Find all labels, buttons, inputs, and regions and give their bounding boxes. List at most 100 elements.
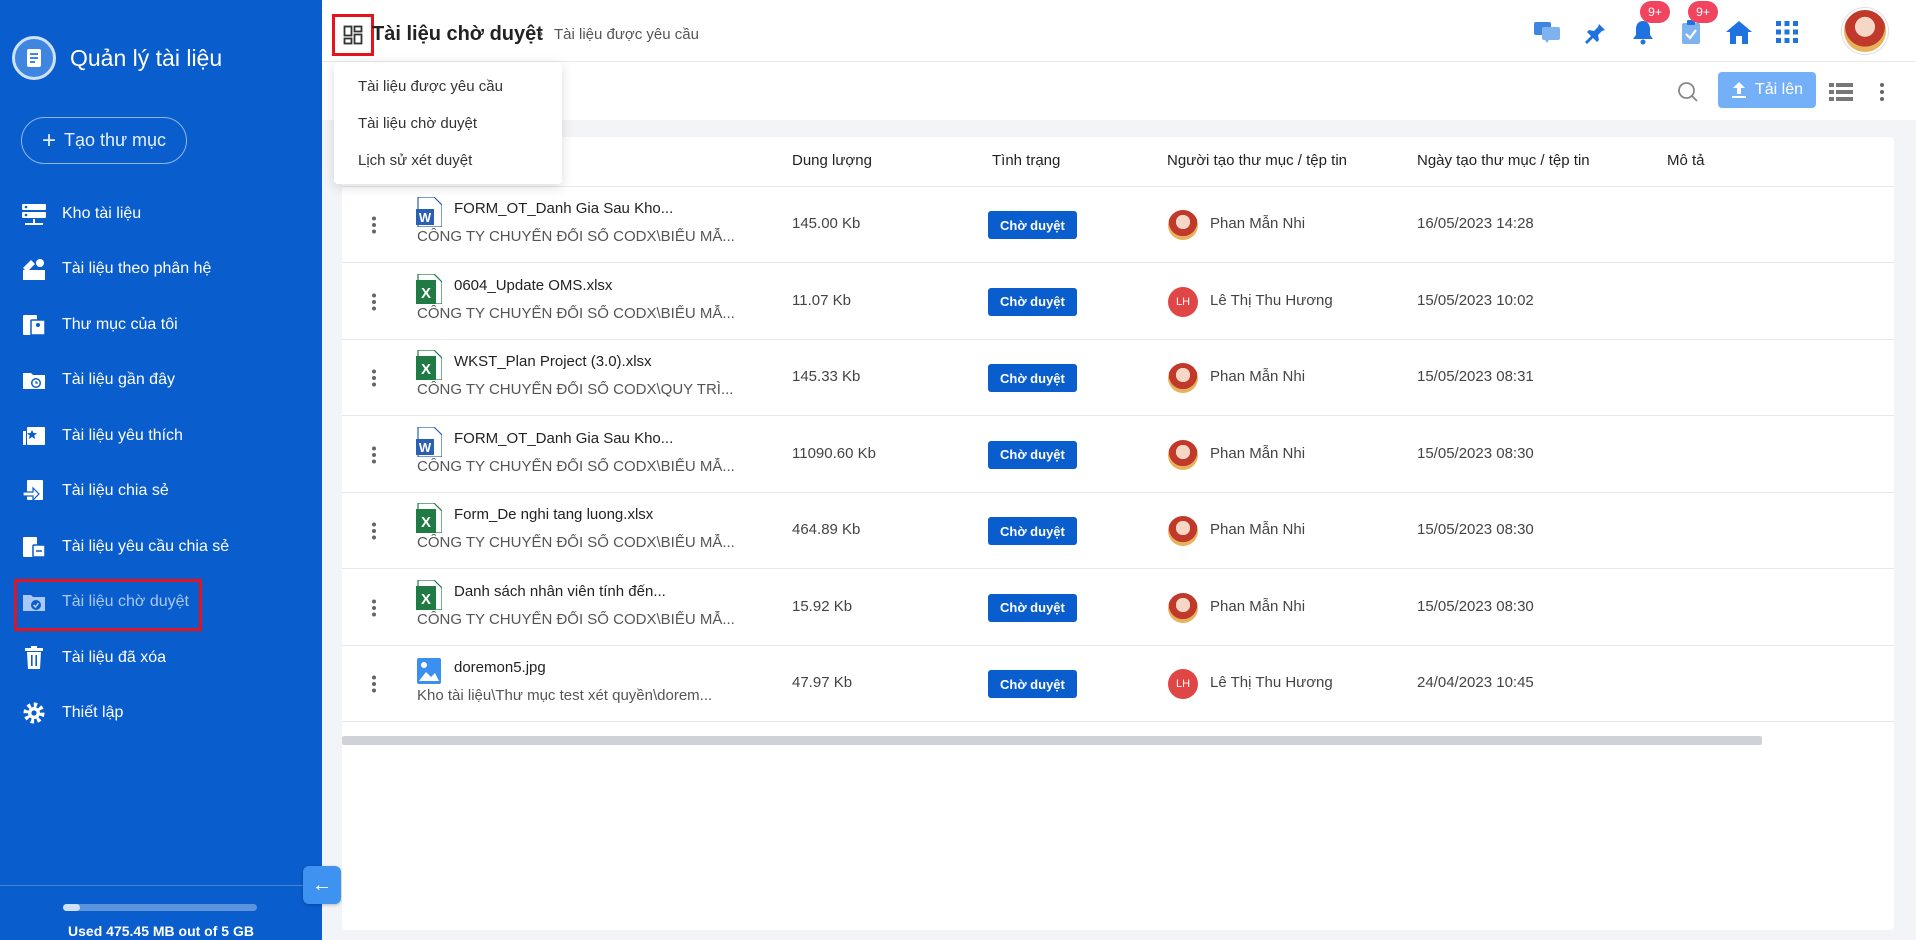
status-badge: Chờ duyệt [988,287,1077,316]
more-options-button[interactable] [1872,78,1892,106]
sidebar-item-label: Tài liệu chờ duyệt [62,593,189,611]
row-actions-button[interactable] [368,672,380,696]
file-name[interactable]: doremon5.jpg [454,659,694,676]
file-size: 145.33 Kb [792,368,861,385]
file-name[interactable]: WKST_Plan Project (3.0).xlsx [454,353,694,370]
horizontal-scrollbar[interactable] [342,736,1762,745]
row-actions-button[interactable] [368,213,380,237]
table-row[interactable]: X Form_De nghi tang luong.xlsx CÔNG TY CHU… [342,493,1894,569]
file-name[interactable]: 0604_Update OMS.xlsx [454,277,694,294]
storage-text: Used 475.45 MB out of 5 GB [68,923,254,939]
sidebar-item-by-module[interactable]: Tài liệu theo phân hệ [0,242,322,298]
apps-button[interactable] [1772,17,1802,47]
gear-icon [20,699,48,727]
more-vertical-icon [372,216,376,234]
sidebar-item-pending[interactable]: Tài liệu chờ duyệt [0,575,322,630]
file-name[interactable]: FORM_OT_Danh Gia Sau Kho... [454,430,694,447]
column-header-size[interactable]: Dung lượng [792,152,872,169]
page-title: Tài liệu chờ duyệt [372,23,543,45]
column-header-status[interactable]: Tình trạng [992,152,1060,169]
collapse-sidebar-button[interactable]: ← [303,866,341,904]
column-header-description[interactable]: Mô tả [1667,152,1705,169]
table-row[interactable]: W FORM_OT_Danh Gia Sau Kho... CÔNG TY CHUY… [342,417,1894,493]
row-actions-button[interactable] [368,443,380,467]
server-icon [20,200,48,228]
menu-item-pending[interactable]: Tài liệu chờ duyệt [334,105,562,142]
excel-file-icon: X [416,272,443,305]
row-actions-button[interactable] [368,290,380,314]
file-path: CÔNG TY CHUYỂN ĐỔI SỐ CODX\BIỂU MẪ... [417,457,735,475]
table-row[interactable]: W FORM_OT_Danh Gia Sau Kho... CÔNG TY CHUY… [342,187,1894,263]
excel-file-icon: X [416,502,443,534]
created-date: 16/05/2023 14:28 [1417,215,1534,232]
pin-button[interactable] [1580,17,1610,47]
sidebar-item-repository[interactable]: Kho tài liệu [0,186,322,242]
creator-name: Phan Mẫn Nhi [1210,368,1306,385]
user-avatar [1168,210,1198,240]
row-actions-button[interactable] [368,596,380,620]
image-file-icon [416,656,442,686]
sidebar-item-label: Tài liệu yêu cầu chia sẻ [62,537,230,555]
file-name[interactable]: Form_De nghi tang luong.xlsx [454,506,694,523]
chat-button[interactable] [1532,17,1562,47]
table-row[interactable]: X Danh sách nhân viên tính đến... CÔNG TY … [342,570,1894,646]
created-date: 15/05/2023 08:31 [1417,368,1534,385]
table-row[interactable]: X 0604_Update OMS.xlsx CÔNG TY CHUYỂN ĐỔI … [342,264,1894,340]
file-name[interactable]: Danh sách nhân viên tính đến... [454,583,694,600]
sidebar-item-share-request[interactable]: Tài liệu yêu cầu chia sẻ [0,519,322,575]
table-row[interactable]: X WKST_Plan Project (3.0).xlsx CÔNG TY CHU… [342,340,1894,416]
created-date: 15/05/2023 10:02 [1417,291,1534,309]
home-icon [1726,21,1752,44]
view-switcher-button[interactable] [332,14,374,56]
user-avatar: LH [1168,286,1198,317]
file-name[interactable]: FORM_OT_Danh Gia Sau Kho... [454,200,694,217]
menu-item-review-history[interactable]: Lịch sử xét duyệt [334,142,562,179]
sidebar-item-favorite[interactable]: Tài liệu yêu thích [0,408,322,464]
search-button[interactable] [1674,78,1702,106]
created-date: 15/05/2023 08:30 [1417,444,1534,462]
file-path: Kho tài liệu\Thư mục test xét quyền\dore… [417,687,713,704]
more-vertical-icon [1880,83,1884,101]
more-vertical-icon [372,446,376,463]
breadcrumb[interactable]: Tài liệu được yêu cầu [554,26,699,43]
pin-icon [1585,22,1605,44]
word-file-icon: W [416,425,443,458]
column-header-created-date[interactable]: Ngày tạo thư mục / tệp tin [1417,152,1590,169]
favorite-icon [20,422,48,450]
create-folder-button[interactable]: + Tạo thư mục [21,117,187,164]
status-badge: Chờ duyệt [988,593,1077,622]
more-vertical-icon [372,293,376,310]
user-avatar[interactable] [1842,8,1888,54]
table-row[interactable]: doremon5.jpg Kho tài liệu\Thư mục test xé… [342,646,1894,722]
table-header: Dung lượng Tình trạng Người tạo thư mục … [342,137,1894,187]
upload-button[interactable]: Tải lên [1718,72,1816,108]
sidebar-item-shared[interactable]: Tài liệu chia sẻ [0,464,322,520]
home-button[interactable] [1724,17,1754,47]
file-path: CÔNG TY CHUYỂN ĐỔI SỐ CODX\BIỂU MẪ... [417,228,735,245]
user-avatar: LH [1168,669,1198,699]
created-date: 15/05/2023 08:30 [1417,521,1534,538]
creator-name: Phan Mẫn Nhi [1210,597,1306,615]
menu-item-requested[interactable]: Tài liệu được yêu cầu [334,68,562,105]
tasks-button[interactable]: 9+ [1676,1,1718,47]
sidebar-item-recent[interactable]: Tài liệu gần đây [0,353,322,409]
storage-progress-bar [63,904,257,911]
sidebar-item-settings[interactable]: Thiết lập [0,686,322,742]
list-view-button[interactable] [1826,78,1856,106]
sidebar-nav: Kho tài liệu Tài liệu theo phân hệ Thư m… [0,186,322,741]
word-file-icon: W [416,196,443,228]
row-actions-button[interactable] [368,366,380,390]
sidebar-item-deleted[interactable]: Tài liệu đã xóa [0,630,322,686]
share-request-icon [20,533,48,561]
svg-text:X: X [421,361,431,378]
notification-button[interactable]: 9+ [1628,1,1670,47]
svg-text:X: X [421,514,431,531]
sidebar-item-my-folder[interactable]: Thư mục của tôi [0,297,322,353]
status-badge: Chờ duyệt [988,517,1077,545]
column-header-creator[interactable]: Người tạo thư mục / tệp tin [1167,152,1347,169]
view-dropdown-menu: Tài liệu được yêu cầu Tài liệu chờ duyệt… [334,62,562,184]
file-size: 145.00 Kb [792,215,861,232]
row-actions-button[interactable] [368,519,380,543]
creator-name: Phan Mẫn Nhi [1210,444,1306,462]
file-size: 464.89 Kb [792,521,861,538]
